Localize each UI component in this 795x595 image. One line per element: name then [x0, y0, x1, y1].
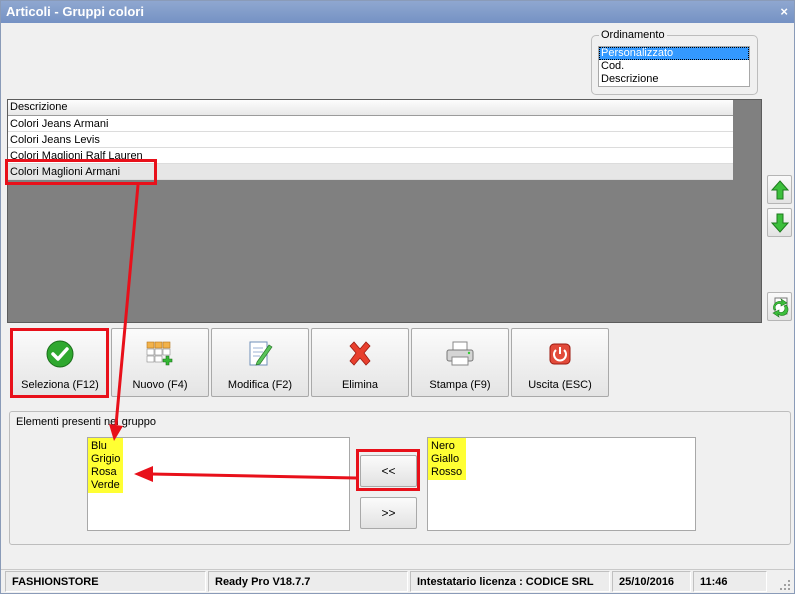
stampa-button[interactable]: Stampa (F9)	[411, 328, 509, 397]
delete-x-icon	[349, 341, 371, 366]
table-row[interactable]: Colori Maglioni Ralf Lauren	[8, 148, 733, 164]
present-colors-items: Blu Grigio Rosa Verde	[88, 438, 124, 493]
window-title: Articoli - Gruppi colori	[6, 4, 144, 19]
status-date: 25/10/2016	[612, 571, 691, 592]
ordinamento-option-personalizzato[interactable]: Personalizzato	[599, 47, 749, 60]
grid-column-header-descrizione[interactable]: Descrizione	[8, 100, 733, 116]
list-item[interactable]: Rosso	[431, 466, 462, 479]
new-grid-icon	[146, 341, 173, 366]
modifica-label: Modifica (F2)	[227, 379, 293, 391]
nuovo-label: Nuovo (F4)	[132, 379, 188, 391]
groups-grid: Descrizione Colori Jeans Armani Colori J…	[8, 100, 733, 180]
refresh-icon	[771, 297, 788, 318]
move-up-button[interactable]	[767, 175, 792, 204]
edit-icon	[249, 341, 273, 366]
move-down-button[interactable]	[767, 208, 792, 237]
groups-grid-area: Descrizione Colori Jeans Armani Colori J…	[7, 99, 762, 323]
list-item[interactable]: Verde	[91, 479, 120, 492]
list-item[interactable]: Giallo	[431, 453, 462, 466]
table-row-selected[interactable]: Colori Maglioni Armani	[8, 164, 733, 180]
seleziona-label: Seleziona (F12)	[21, 379, 99, 391]
table-row[interactable]: Colori Jeans Levis	[8, 132, 733, 148]
ordinamento-listbox[interactable]: Personalizzato Cod. Descrizione	[598, 46, 750, 87]
ordinamento-option-cod[interactable]: Cod.	[599, 60, 749, 73]
status-time: 11:46	[693, 571, 767, 592]
available-colors-list[interactable]: Nero Giallo Rosso	[427, 437, 696, 531]
elimina-button[interactable]: Elimina	[311, 328, 409, 397]
status-license: Intestatario licenza : CODICE SRL	[410, 571, 610, 592]
printer-icon	[446, 341, 474, 366]
uscita-button[interactable]: Uscita (ESC)	[511, 328, 609, 397]
list-item[interactable]: Blu	[91, 440, 120, 453]
check-icon	[46, 340, 74, 368]
nuovo-button[interactable]: Nuovo (F4)	[111, 328, 209, 397]
ordinamento-legend: Ordinamento	[599, 29, 667, 41]
present-colors-list[interactable]: Blu Grigio Rosa Verde	[87, 437, 350, 531]
remove-from-group-button[interactable]: >>	[360, 497, 417, 529]
title-bar: Articoli - Gruppi colori ×	[1, 1, 794, 23]
available-colors-items: Nero Giallo Rosso	[428, 438, 467, 480]
status-version: Ready Pro V18.7.7	[208, 571, 408, 592]
resize-grip-icon[interactable]	[779, 579, 791, 591]
close-icon[interactable]: ×	[780, 1, 788, 23]
uscita-label: Uscita (ESC)	[528, 379, 592, 391]
power-icon	[549, 343, 571, 365]
arrow-up-icon	[770, 179, 789, 199]
table-row[interactable]: Colori Jeans Armani	[8, 116, 733, 132]
ordinamento-option-descrizione[interactable]: Descrizione	[599, 73, 749, 86]
seleziona-button[interactable]: Seleziona (F12)	[11, 328, 109, 397]
list-item[interactable]: Rosa	[91, 466, 120, 479]
app-window: Articoli - Gruppi colori × Ordinamento P…	[0, 0, 795, 594]
list-item[interactable]: Nero	[431, 440, 462, 453]
refresh-button[interactable]	[767, 292, 792, 321]
arrow-down-icon	[770, 213, 789, 233]
elementi-legend: Elementi presenti nel gruppo	[16, 416, 157, 428]
elimina-label: Elimina	[341, 379, 379, 391]
add-to-group-button[interactable]: <<	[360, 455, 417, 487]
list-item[interactable]: Grigio	[91, 453, 120, 466]
stampa-label: Stampa (F9)	[429, 379, 491, 391]
status-bar: FASHIONSTORE Ready Pro V18.7.7 Intestata…	[1, 569, 794, 593]
modifica-button[interactable]: Modifica (F2)	[211, 328, 309, 397]
status-company: FASHIONSTORE	[5, 571, 206, 592]
